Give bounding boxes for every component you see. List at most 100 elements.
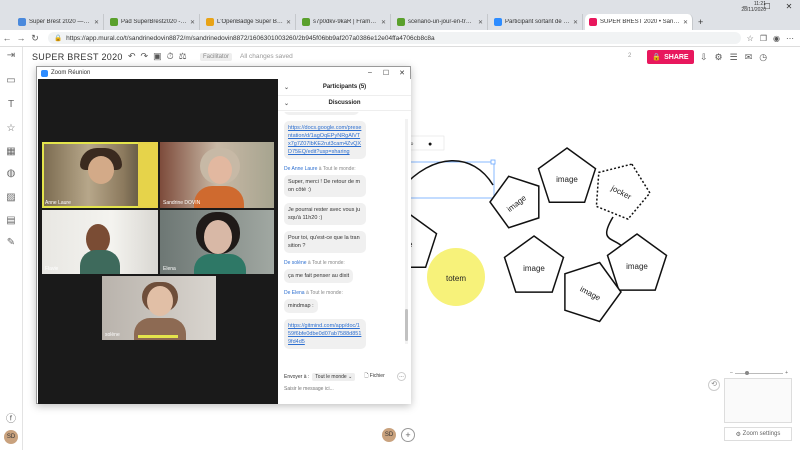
- exit-icon[interactable]: ⇥: [4, 50, 18, 64]
- message-bubble: qu'on peut modifier en ligne: [284, 112, 360, 115]
- timer-icon[interactable]: ⏱: [167, 51, 174, 62]
- icons-icon[interactable]: ◍: [4, 168, 18, 182]
- send-to-row: Envoyer à : Tout le monde ⌄ 🗋 Fichier …: [284, 372, 406, 381]
- user-count: 2: [628, 53, 632, 59]
- zoom-out-icon[interactable]: –: [730, 370, 733, 376]
- forward-icon[interactable]: →: [14, 33, 28, 43]
- message-bubble: Je pourrai rester avec vous jusqu'à 11h2…: [284, 203, 366, 225]
- zoom-titlebar[interactable]: Zoom Réunion – ☐ ✕: [37, 67, 410, 79]
- video-tile[interactable]: Sandrine DOVIN: [160, 142, 274, 208]
- close-tab-icon[interactable]: ✕: [190, 19, 195, 26]
- close-tab-icon[interactable]: ✕: [381, 19, 386, 26]
- maximize-button[interactable]: ☐: [756, 0, 778, 14]
- gif-icon[interactable]: ▤: [4, 215, 18, 229]
- text-icon[interactable]: T: [4, 99, 18, 113]
- message-row: https://gitmind.com/app/doc/159f6bfe0dbe…: [284, 316, 411, 352]
- export-icon[interactable]: ⇩: [700, 52, 708, 63]
- tab-label: Pad SuperBrest2020 - MyPads: [121, 19, 187, 25]
- chat-panel: ⌄ Participants (5) ⌄ Discussion qu'on pe…: [278, 79, 411, 404]
- back-icon[interactable]: ←: [0, 33, 14, 43]
- chevron-down-icon[interactable]: ⌄: [284, 100, 289, 107]
- video-tile[interactable]: Flavie: [42, 210, 158, 274]
- message-row: Pour toi, qu'est-ce que la transition ?: [284, 228, 411, 256]
- video-tile[interactable]: solène: [102, 276, 216, 340]
- user-avatar[interactable]: SD: [382, 428, 396, 442]
- minimap[interactable]: [724, 378, 792, 423]
- zoom-window: Zoom Réunion – ☐ ✕ Anne Laure Sandrine D…: [36, 66, 411, 404]
- more-options-button[interactable]: …: [397, 372, 406, 381]
- close-tab-icon[interactable]: ✕: [683, 19, 688, 26]
- sticky-note-icon[interactable]: ▭: [4, 75, 18, 89]
- star-icon[interactable]: ☆: [747, 34, 754, 43]
- participant-name: Flavie: [45, 266, 59, 272]
- close-tab-icon[interactable]: ✕: [478, 19, 483, 26]
- url-field[interactable]: 🔒 https://app.mural.co/t/sandrinedovin88…: [48, 32, 741, 44]
- address-bar: ← → ↻ 🔒 https://app.mural.co/t/sandrined…: [0, 30, 800, 47]
- close-tab-icon[interactable]: ✕: [286, 19, 291, 26]
- add-user-icon[interactable]: +: [401, 428, 415, 442]
- browser-tab[interactable]: s7p0dkv-9kaR | Framapad me✕: [298, 14, 391, 30]
- tab-favicon-icon: [206, 18, 214, 26]
- tab-label: L'OpenBadge Super Brest, qu'es: [217, 19, 283, 25]
- zoom-knob[interactable]: [744, 370, 749, 375]
- browser-tab[interactable]: Participant sortant de réunion✕: [490, 14, 583, 30]
- outline-icon[interactable]: ☰: [730, 52, 738, 63]
- profile-icon[interactable]: ◉: [773, 34, 780, 43]
- zoom-in-icon[interactable]: +: [785, 370, 788, 376]
- scroll-thumb[interactable]: [405, 309, 408, 341]
- user-avatar-left[interactable]: SD: [4, 430, 18, 444]
- collections-icon[interactable]: ❐: [760, 34, 767, 43]
- draw-icon[interactable]: ✎: [4, 237, 18, 251]
- zoom-slider[interactable]: – +: [730, 370, 788, 376]
- facilitator-badge[interactable]: Facilitator: [200, 53, 233, 61]
- chat-scrollbar[interactable]: [405, 119, 408, 344]
- minimize-button[interactable]: –: [734, 0, 756, 14]
- close-tab-icon[interactable]: ✕: [573, 19, 578, 26]
- browser-tab[interactable]: scenario-un-jour-en-transition-t✕: [393, 14, 488, 30]
- mural-title[interactable]: SUPER BREST 2020: [32, 52, 123, 62]
- undo-icon[interactable]: ↶: [128, 51, 136, 62]
- zoom-track[interactable]: [734, 370, 784, 375]
- close-button[interactable]: ✕: [394, 69, 410, 77]
- activity-icon[interactable]: ◷: [759, 52, 767, 63]
- file-label: Fichier: [369, 372, 385, 379]
- frameworks-icon[interactable]: ▦: [4, 146, 18, 160]
- message-input[interactable]: [284, 384, 404, 394]
- menu-icon[interactable]: ⋯: [786, 34, 794, 43]
- zoom-settings-button[interactable]: ⚙ Zoom settings: [724, 427, 792, 441]
- facebook-icon[interactable]: ⓕ: [4, 410, 18, 425]
- chevron-down-icon[interactable]: ⌄: [284, 84, 289, 91]
- shapes-icon[interactable]: ☆: [4, 123, 18, 137]
- redo-icon[interactable]: ↷: [141, 51, 149, 62]
- vote-icon[interactable]: ⚖: [179, 51, 187, 62]
- browser-tab[interactable]: SUPER BREST 2020 • Sandrine D✕: [585, 14, 693, 30]
- recipient-dropdown[interactable]: Tout le monde ⌄: [312, 372, 356, 381]
- discussion-title: Discussion: [328, 100, 361, 106]
- video-tile[interactable]: Anne Laure: [42, 142, 158, 208]
- file-button[interactable]: 🗋 Fichier: [364, 373, 384, 381]
- maximize-button[interactable]: ☐: [378, 69, 394, 77]
- close-window-button[interactable]: ✕: [778, 0, 800, 14]
- settings-icon[interactable]: ⚙: [715, 52, 723, 63]
- images-icon[interactable]: ▨: [4, 192, 18, 206]
- gear-icon: ⚙: [735, 431, 743, 438]
- video-tile[interactable]: Elena: [160, 210, 274, 274]
- browser-tab[interactable]: Pad SuperBrest2020 - MyPads✕: [106, 14, 200, 30]
- history-icon[interactable]: ⟲: [708, 379, 720, 391]
- message-link[interactable]: https://gitmind.com/app/doc/159f6bfe0dbe…: [284, 319, 366, 349]
- chat-messages[interactable]: qu'on peut modifier en ligne https://docs…: [278, 112, 411, 352]
- reload-icon[interactable]: ↻: [28, 33, 42, 44]
- new-tab-button[interactable]: +: [694, 14, 708, 30]
- browser-tab[interactable]: Super Brest 2020 — Les Fabriqu✕: [14, 14, 104, 30]
- minimize-button[interactable]: –: [362, 69, 378, 77]
- message-link[interactable]: https://docs.google.com/presentation/d/1…: [284, 121, 366, 159]
- share-button[interactable]: 🔒 SHARE: [647, 50, 694, 64]
- chat-icon[interactable]: ✉: [745, 52, 753, 63]
- browser-tab[interactable]: L'OpenBadge Super Brest, qu'es✕: [202, 14, 296, 30]
- participants-header[interactable]: ⌄ Participants (5): [278, 79, 411, 96]
- message-bubble: mindmap :: [284, 299, 318, 313]
- close-tab-icon[interactable]: ✕: [94, 19, 99, 26]
- discussion-header[interactable]: ⌄ Discussion: [278, 96, 411, 111]
- present-icon[interactable]: ▣: [153, 51, 162, 62]
- window-controls: – ☐ ✕: [734, 0, 800, 14]
